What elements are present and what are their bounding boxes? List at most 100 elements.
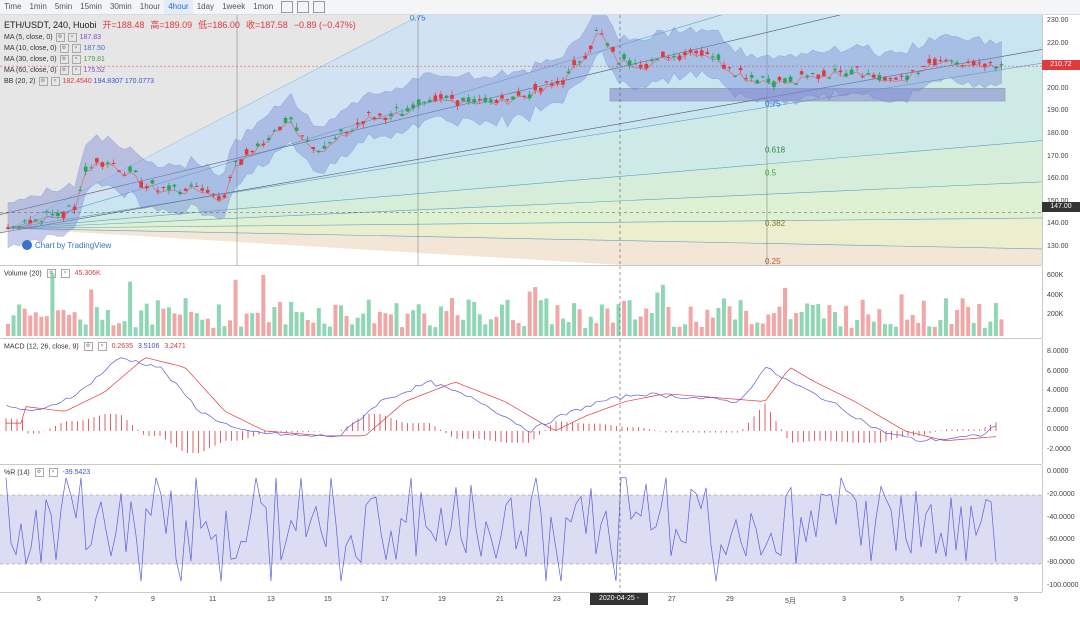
timeframe-15min[interactable]: 15min bbox=[76, 0, 106, 14]
volume-bar bbox=[233, 279, 238, 336]
volume-bar bbox=[894, 326, 898, 336]
macd-label: MACD (12, 26, close, 9) bbox=[4, 343, 79, 351]
candle-body bbox=[161, 186, 166, 188]
close-icon[interactable]: × bbox=[67, 32, 77, 42]
wr-tick: -100.0000 bbox=[1047, 582, 1079, 589]
volume-bar bbox=[899, 294, 904, 336]
close-icon[interactable]: × bbox=[50, 76, 60, 86]
wr-pane[interactable]: %R (14) ⚙ × -39.5423 bbox=[0, 465, 1042, 593]
timeframe-1mon[interactable]: 1mon bbox=[249, 0, 277, 14]
settings-icon[interactable]: ⚙ bbox=[59, 65, 69, 75]
candle-body bbox=[999, 64, 1004, 66]
timeframe-4hour[interactable]: 4hour bbox=[164, 0, 193, 14]
macd-chart-svg[interactable] bbox=[0, 339, 1042, 464]
candle-body bbox=[167, 185, 171, 190]
screenshot-icon[interactable] bbox=[313, 1, 326, 13]
macd-hist-value: 0.2635 bbox=[111, 343, 133, 351]
indicator-row: MA (5, close, 0) ⚙ × 187.83 bbox=[4, 32, 154, 43]
price-tick: 220.00 bbox=[1047, 39, 1069, 47]
close-icon[interactable]: × bbox=[48, 468, 58, 477]
volume-axis[interactable]: 600K 400K 200K bbox=[1042, 266, 1080, 338]
candle-body bbox=[699, 50, 704, 56]
price-pane[interactable]: 0.75 0.75 0.618 0.5 0.382 0.25 bbox=[0, 15, 1042, 266]
candle-body bbox=[67, 205, 71, 207]
close-icon[interactable]: × bbox=[97, 342, 107, 351]
macd-tick: 2.0000 bbox=[1047, 406, 1069, 414]
chart-type-icon[interactable] bbox=[281, 1, 294, 13]
volume-bar bbox=[344, 316, 349, 336]
close-icon[interactable]: × bbox=[71, 65, 81, 75]
settings-icon[interactable]: ⚙ bbox=[46, 269, 56, 278]
timeframe-5min[interactable]: 5min bbox=[51, 0, 76, 14]
volume-pane[interactable]: Volume (20) ⚙ × 45.306K bbox=[0, 266, 1042, 339]
candle-body bbox=[799, 71, 804, 75]
candle-body bbox=[611, 46, 615, 52]
volume-bar bbox=[955, 309, 960, 336]
candle-body bbox=[100, 162, 105, 167]
time-tick: 3 bbox=[842, 596, 846, 603]
wr-chart-svg[interactable] bbox=[0, 465, 1042, 592]
ohlc-change: −0.89 (−0.47%) bbox=[293, 19, 356, 30]
candle-body bbox=[810, 73, 815, 75]
volume-bar bbox=[821, 318, 826, 336]
volume-bar bbox=[55, 310, 60, 336]
candle-body bbox=[178, 191, 182, 195]
timeframe-1day[interactable]: 1day bbox=[193, 0, 218, 14]
price-chart-svg[interactable]: 0.750.750.6180.50.3820.25 bbox=[0, 15, 1042, 265]
timeframe-1min[interactable]: 1min bbox=[25, 0, 50, 14]
volume-bar bbox=[483, 324, 488, 336]
volume-bar bbox=[216, 304, 221, 336]
price-axis[interactable]: 230.00220.00210.00200.00190.00180.00170.… bbox=[1042, 15, 1080, 265]
macd-axis[interactable]: 8.0000 6.0000 4.0000 2.0000 0.0000 -2.0000 bbox=[1042, 339, 1080, 464]
volume-chart-svg[interactable] bbox=[0, 266, 1042, 338]
price-tick: 230.00 bbox=[1047, 17, 1069, 24]
ohlc-low: 低=186.00 bbox=[198, 20, 240, 30]
candle-body bbox=[394, 107, 399, 109]
candle-body bbox=[816, 74, 821, 79]
candle-body bbox=[666, 56, 671, 58]
candle-body bbox=[650, 59, 654, 61]
candle-body bbox=[461, 97, 465, 102]
candle-body bbox=[222, 195, 227, 198]
candle-body bbox=[455, 100, 460, 106]
macd-line-value: 3.5106 bbox=[137, 343, 160, 351]
timeframe-30min[interactable]: 30min bbox=[106, 0, 136, 14]
wr-axis[interactable]: 0.0000 -20.0000 -40.0000 -60.0000 -80.0000 -1… bbox=[1042, 465, 1080, 592]
candle-body bbox=[444, 95, 449, 98]
time-axis[interactable]: 5 7 9 11 13 15 17 19 21 23 27 29 5月 3 5 7 9 bbox=[0, 592, 1042, 609]
volume-bar bbox=[860, 299, 865, 336]
candle-body bbox=[988, 62, 993, 64]
timeframe-1week[interactable]: 1week bbox=[218, 0, 249, 14]
candle-body bbox=[566, 71, 571, 74]
settings-icon[interactable]: ⚙ bbox=[59, 54, 69, 64]
candle-body bbox=[278, 126, 282, 130]
candle-body bbox=[133, 170, 138, 173]
settings-icon[interactable]: ⚙ bbox=[83, 342, 93, 351]
volume-bar bbox=[638, 316, 643, 336]
timeframe-time[interactable]: Time bbox=[0, 0, 25, 14]
candle-body bbox=[144, 186, 149, 189]
timeframe-1hour[interactable]: 1hour bbox=[136, 0, 164, 14]
last-price-tag: 210.72 bbox=[1042, 60, 1080, 70]
macd-signal-line bbox=[6, 357, 997, 442]
close-icon[interactable]: × bbox=[71, 54, 81, 64]
settings-icon[interactable] bbox=[297, 1, 310, 13]
close-icon[interactable]: × bbox=[60, 269, 70, 278]
macd-pane[interactable]: MACD (12, 26, close, 9) ⚙ × 0.2635 3.510… bbox=[0, 339, 1042, 465]
candle-body bbox=[106, 162, 110, 164]
settings-icon[interactable]: ⚙ bbox=[55, 32, 65, 42]
volume-bar bbox=[971, 322, 976, 336]
candle-body bbox=[150, 180, 155, 184]
indicator-label: MA (30, close, 0) bbox=[4, 56, 57, 63]
volume-bar bbox=[311, 322, 316, 336]
volume-bar bbox=[716, 307, 721, 336]
candle-body bbox=[378, 113, 382, 116]
volume-bar bbox=[100, 319, 105, 336]
settings-icon[interactable]: ⚙ bbox=[34, 468, 44, 477]
volume-bar bbox=[39, 316, 44, 336]
close-icon[interactable]: × bbox=[71, 43, 81, 53]
candle-body bbox=[944, 60, 948, 62]
settings-icon[interactable]: ⚙ bbox=[59, 43, 69, 53]
settings-icon[interactable]: ⚙ bbox=[38, 76, 48, 86]
candle-body bbox=[744, 78, 748, 80]
